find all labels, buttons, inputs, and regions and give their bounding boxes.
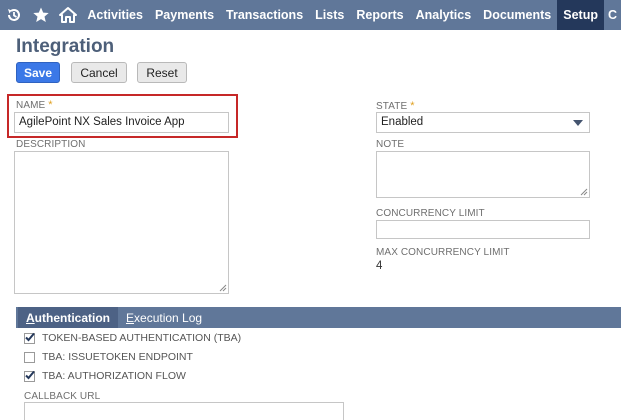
concurrency-limit-label: CONCURRENCY LIMIT xyxy=(376,208,485,219)
nav-transactions[interactable]: Transactions xyxy=(220,0,309,30)
tab-authentication-mnemonic: A xyxy=(26,310,35,325)
tab-execution-log-mnemonic: E xyxy=(126,310,135,325)
state-value: Enabled xyxy=(381,116,424,128)
callback-url-label: CALLBACK URL xyxy=(24,391,101,402)
max-concurrency-limit-label: MAX CONCURRENCY LIMIT xyxy=(376,247,510,258)
nav-payments[interactable]: Payments xyxy=(149,0,220,30)
nav-activities[interactable]: Activities xyxy=(81,0,149,30)
name-label-text: NAME xyxy=(16,100,46,111)
description-textarea[interactable] xyxy=(14,151,229,294)
checkmark-icon xyxy=(25,370,35,379)
nav-reports[interactable]: Reports xyxy=(350,0,409,30)
resize-grip-icon[interactable] xyxy=(580,188,588,196)
state-label: STATE * xyxy=(376,100,415,112)
star-icon[interactable] xyxy=(27,0,54,30)
tab-execution-log-label: xecution Log xyxy=(134,310,203,325)
reset-button[interactable]: Reset xyxy=(137,62,187,83)
checkbox-tba[interactable]: TOKEN-BASED AUTHENTICATION (TBA) xyxy=(24,332,241,344)
tab-authentication[interactable]: Authentication xyxy=(18,307,118,328)
home-icon[interactable] xyxy=(54,0,81,30)
max-concurrency-limit-value: 4 xyxy=(376,260,383,272)
note-label: NOTE xyxy=(376,139,405,150)
nav-more-truncated[interactable]: C xyxy=(604,0,621,30)
top-navigation: Activities Payments Transactions Lists R… xyxy=(0,0,621,30)
checkbox-authorization-flow-box[interactable] xyxy=(24,370,35,382)
checkbox-tba-label: TOKEN-BASED AUTHENTICATION (TBA) xyxy=(42,332,242,344)
tab-execution-log[interactable]: Execution Log xyxy=(126,307,202,328)
recent-icon[interactable] xyxy=(0,0,27,30)
name-label: NAME * xyxy=(16,99,53,111)
checkmark-icon xyxy=(25,332,35,341)
checkbox-issuetoken[interactable]: TBA: ISSUETOKEN ENDPOINT xyxy=(24,351,193,363)
chevron-down-icon xyxy=(573,120,583,126)
name-input[interactable]: AgilePoint NX Sales Invoice App xyxy=(14,112,229,133)
nav-analytics[interactable]: Analytics xyxy=(410,0,478,30)
cancel-button[interactable]: Cancel xyxy=(71,62,127,83)
checkbox-authorization-flow[interactable]: TBA: AUTHORIZATION FLOW xyxy=(24,370,186,382)
page-title: Integration xyxy=(16,36,115,57)
checkbox-issuetoken-label: TBA: ISSUETOKEN ENDPOINT xyxy=(42,351,193,363)
state-required-mark: * xyxy=(410,100,415,112)
tab-authentication-label: uthentication xyxy=(34,310,110,325)
note-textarea[interactable] xyxy=(376,151,590,198)
nav-documents[interactable]: Documents xyxy=(477,0,557,30)
checkbox-issuetoken-box[interactable] xyxy=(24,351,35,363)
save-button[interactable]: Save xyxy=(16,62,60,83)
concurrency-limit-input[interactable] xyxy=(376,220,590,239)
nav-lists[interactable]: Lists xyxy=(309,0,350,30)
checkbox-authorization-flow-label: TBA: AUTHORIZATION FLOW xyxy=(42,370,186,382)
checkbox-tba-box[interactable] xyxy=(24,332,35,344)
state-label-text: STATE xyxy=(376,101,408,112)
resize-grip-icon[interactable] xyxy=(219,284,227,292)
state-select[interactable]: Enabled xyxy=(376,112,590,133)
required-mark: * xyxy=(48,99,53,111)
nav-setup[interactable]: Setup xyxy=(557,0,604,30)
callback-url-input[interactable] xyxy=(24,402,344,420)
description-label: DESCRIPTION xyxy=(16,139,86,150)
